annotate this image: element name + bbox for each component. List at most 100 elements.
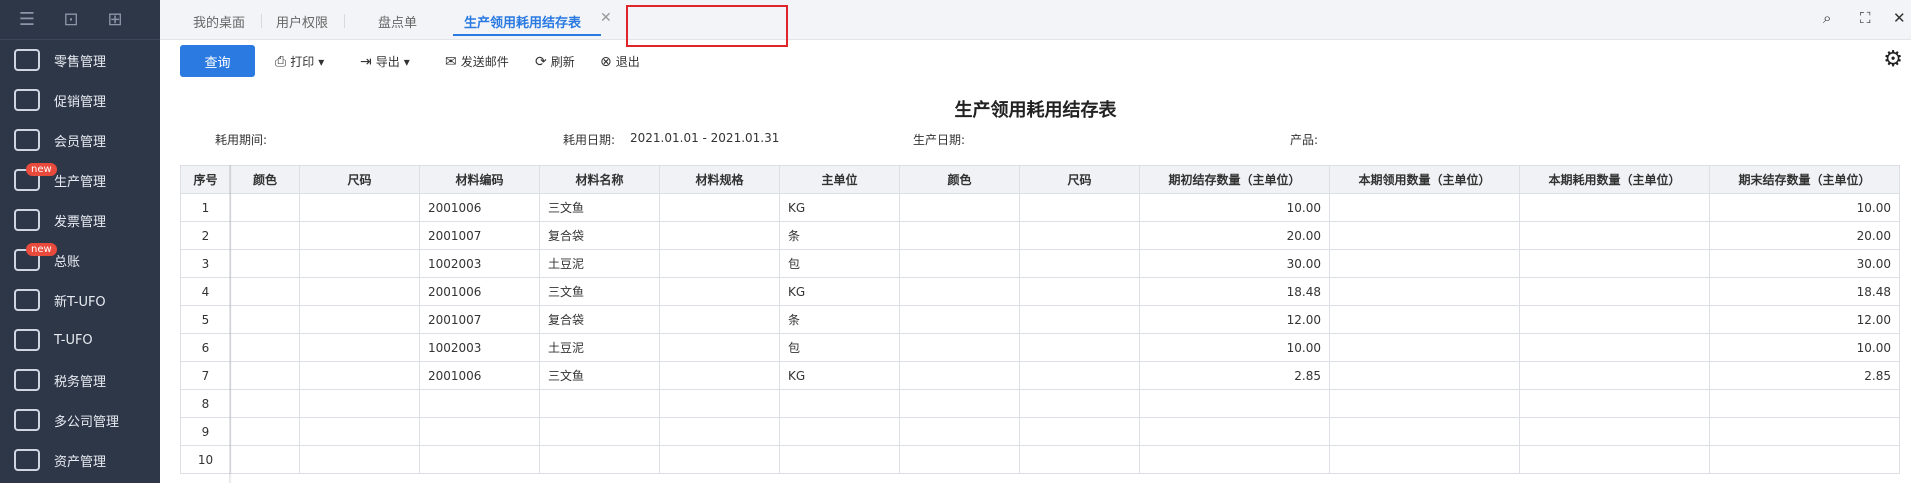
column-header[interactable]: 材料名称: [539, 165, 660, 194]
table-cell: [299, 277, 420, 306]
new-tufo-icon: [14, 289, 40, 311]
table-row[interactable]: 10: [180, 445, 1900, 474]
table-cell: [299, 361, 420, 390]
column-header[interactable]: 期初结存数量（主单位）: [1139, 165, 1330, 194]
column-header[interactable]: 期末结存数量（主单位）: [1709, 165, 1900, 194]
table-row[interactable]: 6 1002003 土豆泥 包 10.00 10.00: [180, 333, 1900, 362]
table-cell: KG: [779, 193, 900, 222]
column-header[interactable]: 主单位: [779, 165, 900, 194]
table-cell: [899, 249, 1020, 278]
table-cell: [899, 445, 1020, 474]
column-header[interactable]: 尺码: [1019, 165, 1140, 194]
sidebar: ☰ ⊡ ⊞ 零售管理 促销管理 会员管理 生产管理 new 发票管理 总账 new 新T-UFO…: [0, 0, 160, 483]
table-row[interactable]: 5 2001007 复合袋 条 12.00 12.00: [180, 305, 1900, 334]
sidebar-item[interactable]: T-UFO: [0, 320, 160, 360]
table-cell: 1002003: [419, 333, 540, 362]
report-table: 序号 颜色 尺码 材料编码 材料名称 材料规格 主单位 颜色 尺码 期初结存数量（主单位） 本期领用…: [180, 165, 1900, 474]
menu-icon[interactable]: ☰: [16, 9, 38, 30]
column-header[interactable]: 颜色: [230, 165, 300, 194]
table-cell: [1329, 305, 1520, 334]
tab-user-permissions[interactable]: 用户权限: [276, 12, 328, 31]
sidebar-item[interactable]: 发票管理: [0, 200, 160, 240]
close-icon[interactable]: ✕: [600, 10, 612, 26]
gear-icon[interactable]: ⚙: [1883, 47, 1903, 72]
table-cell: [899, 389, 1020, 418]
table-row[interactable]: 2 2001007 复合袋 条 20.00 20.00: [180, 221, 1900, 250]
table-cell: [1329, 221, 1520, 250]
table-cell: [539, 445, 660, 474]
table-cell: 18.48: [1709, 277, 1900, 306]
table-cell: [659, 193, 780, 222]
table-cell: 条: [779, 305, 900, 334]
table-cell: 复合袋: [539, 221, 660, 250]
table-cell: 12.00: [1709, 305, 1900, 334]
table-cell: [1019, 417, 1140, 446]
sidebar-item[interactable]: 总账 new: [0, 240, 160, 280]
query-button[interactable]: 查询: [180, 45, 255, 77]
table-header-row: 序号 颜色 尺码 材料编码 材料名称 材料规格 主单位 颜色 尺码 期初结存数量（主单位） 本期领用…: [180, 165, 1900, 194]
table-cell: 8: [180, 389, 231, 418]
sidebar-item[interactable]: 新T-UFO: [0, 280, 160, 320]
column-header[interactable]: 本期领用数量（主单位）: [1329, 165, 1520, 194]
table-cell: [1019, 193, 1140, 222]
table-row[interactable]: 4 2001006 三文鱼 KG 18.48 18.48: [180, 277, 1900, 306]
table-cell: [1519, 417, 1710, 446]
exit-button[interactable]: ⊗ 退出: [600, 53, 640, 70]
sidebar-item-label: 总账: [54, 254, 81, 270]
close-window-icon[interactable]: ✕: [1893, 9, 1906, 27]
column-header[interactable]: 本期耗用数量（主单位）: [1519, 165, 1710, 194]
table-cell: [899, 417, 1020, 446]
report-title: 生产领用耗用结存表: [954, 100, 1117, 121]
member-icon: [14, 129, 40, 151]
sidebar-item[interactable]: 多公司管理: [0, 400, 160, 440]
tab-inventory-count[interactable]: 盘点单: [378, 12, 417, 31]
table-row[interactable]: 1 2001006 三文鱼 KG 10.00 10.00: [180, 193, 1900, 222]
table-cell: [1019, 445, 1140, 474]
column-header[interactable]: 材料规格: [659, 165, 780, 194]
sidebar-item[interactable]: 税务管理: [0, 360, 160, 400]
column-header[interactable]: 序号: [180, 165, 231, 194]
table-row[interactable]: 3 1002003 土豆泥 包 30.00 30.00: [180, 249, 1900, 278]
table-cell: 20.00: [1139, 221, 1330, 250]
tab-bar: 我的桌面 用户权限 盘点单 生产领用耗用结存表 ✕ ⌕ ⛶ ✕: [160, 0, 1911, 47]
table-cell: [659, 305, 780, 334]
chevron-down-icon: ▾: [403, 54, 410, 69]
column-header[interactable]: 颜色: [899, 165, 1020, 194]
table-cell: [1329, 361, 1520, 390]
sidebar-item[interactable]: 会员管理: [0, 120, 160, 160]
table-cell: [299, 193, 420, 222]
fullscreen-icon[interactable]: ⛶: [1860, 9, 1871, 27]
table-cell: [1519, 221, 1710, 250]
chevron-down-icon: ▾: [318, 54, 325, 69]
table-cell: [299, 305, 420, 334]
table-cell: 2001007: [419, 221, 540, 250]
production-date-label: 生产日期:: [913, 133, 966, 147]
print-button[interactable]: ⎙ 打印 ▾: [275, 53, 324, 70]
date-value: 2021.01.01 - 2021.01.31: [630, 131, 780, 145]
table-cell: [1019, 333, 1140, 362]
tab-my-desktop[interactable]: 我的桌面: [193, 12, 245, 31]
table-cell: [230, 389, 300, 418]
send-mail-button[interactable]: ✉ 发送邮件: [445, 53, 509, 70]
table-cell: [1329, 277, 1520, 306]
new-badge: new: [26, 243, 57, 256]
table-row[interactable]: 8: [180, 389, 1900, 418]
sidebar-item[interactable]: 零售管理: [0, 40, 160, 80]
refresh-button[interactable]: ⟳ 刷新: [535, 53, 575, 70]
sidebar-item[interactable]: 资产管理: [0, 440, 160, 480]
table-row[interactable]: 9: [180, 417, 1900, 446]
table-cell: [230, 305, 300, 334]
table-cell: 12.00: [1139, 305, 1330, 334]
table-cell: 三文鱼: [539, 361, 660, 390]
export-button[interactable]: ⇥ 导出 ▾: [360, 53, 410, 70]
tab-production-report[interactable]: 生产领用耗用结存表: [464, 12, 581, 31]
search-doc-icon[interactable]: ⊡: [60, 9, 82, 30]
sidebar-item[interactable]: 生产管理 new: [0, 160, 160, 200]
add-doc-icon[interactable]: ⊞: [104, 9, 126, 30]
sidebar-item[interactable]: 促销管理: [0, 80, 160, 120]
column-header[interactable]: 尺码: [299, 165, 420, 194]
table-cell: 2.85: [1139, 361, 1330, 390]
column-header[interactable]: 材料编码: [419, 165, 540, 194]
search-icon[interactable]: ⌕: [1823, 9, 1831, 27]
table-row[interactable]: 7 2001006 三文鱼 KG 2.85 2.85: [180, 361, 1900, 390]
